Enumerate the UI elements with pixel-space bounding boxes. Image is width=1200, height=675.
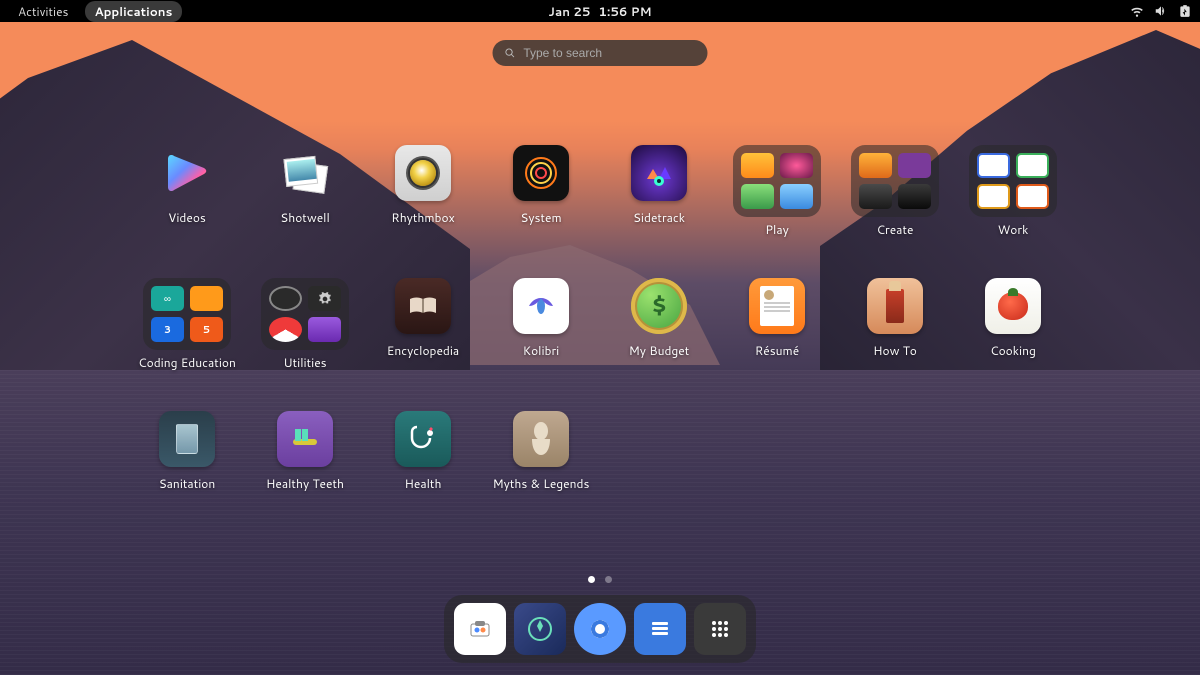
app-label: Myths & Legends bbox=[493, 475, 590, 492]
app-label: Résumé bbox=[755, 342, 799, 359]
app-kolibri[interactable]: Kolibri bbox=[482, 278, 600, 388]
app-label: Sidetrack bbox=[633, 209, 685, 226]
teeth-icon bbox=[277, 411, 333, 467]
app-videos[interactable]: Videos bbox=[128, 145, 246, 255]
folder-icon bbox=[733, 145, 821, 217]
myths-icon bbox=[513, 411, 569, 467]
app-label: Healthy Teeth bbox=[266, 475, 344, 492]
folder-play[interactable]: Play bbox=[718, 145, 836, 255]
cooking-icon bbox=[985, 278, 1041, 334]
dock-endless[interactable] bbox=[514, 603, 566, 655]
kolibri-icon bbox=[513, 278, 569, 334]
howto-icon bbox=[867, 278, 923, 334]
search-icon bbox=[505, 47, 516, 59]
folder-icon bbox=[969, 145, 1057, 217]
app-rhythmbox[interactable]: Rhythmbox bbox=[364, 145, 482, 255]
app-label: Sanitation bbox=[159, 475, 216, 492]
app-label: Create bbox=[877, 221, 914, 238]
health-icon bbox=[395, 411, 451, 467]
dock-files[interactable] bbox=[634, 603, 686, 655]
folder-icon bbox=[851, 145, 939, 217]
app-grid: Videos Shotwell Rhythmbox System bbox=[128, 145, 1072, 521]
folder-icon: ∞ 3 5 bbox=[143, 278, 231, 350]
app-label: Health bbox=[405, 475, 442, 492]
applications-button[interactable]: Applications bbox=[85, 1, 183, 22]
sidetrack-icon bbox=[631, 145, 687, 201]
app-label: Utilities bbox=[283, 354, 326, 371]
search-input[interactable] bbox=[523, 46, 695, 60]
app-how-to[interactable]: How To bbox=[836, 278, 954, 388]
app-label: Videos bbox=[168, 209, 206, 226]
page-dot-1[interactable] bbox=[588, 576, 595, 583]
sanitation-icon bbox=[159, 411, 215, 467]
clock[interactable]: Jan 25 1:56 PM bbox=[548, 3, 651, 20]
app-cooking[interactable]: Cooking bbox=[954, 278, 1072, 388]
app-label: System bbox=[520, 209, 561, 226]
page-dot-2[interactable] bbox=[605, 576, 612, 583]
app-label: Work bbox=[998, 221, 1029, 238]
page-indicator[interactable] bbox=[588, 576, 612, 583]
system-icon bbox=[513, 145, 569, 201]
app-label: Encyclopedia bbox=[387, 342, 459, 359]
shotwell-icon bbox=[277, 145, 333, 201]
app-shotwell[interactable]: Shotwell bbox=[246, 145, 364, 255]
app-label: Cooking bbox=[990, 342, 1036, 359]
app-sanitation[interactable]: Sanitation bbox=[128, 411, 246, 521]
videos-icon bbox=[159, 145, 215, 201]
search-bar[interactable] bbox=[493, 40, 708, 66]
wifi-icon bbox=[1130, 4, 1144, 18]
folder-coding-education[interactable]: ∞ 3 5 Coding Education bbox=[128, 278, 246, 388]
dock-app-center[interactable] bbox=[454, 603, 506, 655]
app-label: Coding Education bbox=[138, 354, 236, 371]
time-label: 1:56 PM bbox=[598, 3, 651, 20]
rhythmbox-icon bbox=[395, 145, 451, 201]
app-system-folder[interactable]: System bbox=[482, 145, 600, 255]
app-label: How To bbox=[873, 342, 917, 359]
budget-icon: $ bbox=[631, 278, 687, 334]
folder-create[interactable]: Create bbox=[836, 145, 954, 255]
app-resume[interactable]: Résumé bbox=[718, 278, 836, 388]
folder-icon bbox=[261, 278, 349, 350]
battery-icon bbox=[1178, 4, 1192, 18]
app-sidetrack[interactable]: Sidetrack bbox=[600, 145, 718, 255]
app-label: Rhythmbox bbox=[391, 209, 454, 226]
app-my-budget[interactable]: $ My Budget bbox=[600, 278, 718, 388]
folder-work[interactable]: Work bbox=[954, 145, 1072, 255]
app-encyclopedia[interactable]: Encyclopedia bbox=[364, 278, 482, 388]
app-label: My Budget bbox=[629, 342, 690, 359]
dock bbox=[444, 595, 756, 663]
top-bar: Activities Applications Jan 25 1:56 PM bbox=[0, 0, 1200, 22]
app-health[interactable]: Health bbox=[364, 411, 482, 521]
app-label: Shotwell bbox=[280, 209, 330, 226]
volume-icon bbox=[1154, 4, 1168, 18]
app-myths-legends[interactable]: Myths & Legends bbox=[482, 411, 600, 521]
dock-chromium[interactable] bbox=[574, 603, 626, 655]
app-healthy-teeth[interactable]: Healthy Teeth bbox=[246, 411, 364, 521]
app-label: Play bbox=[765, 221, 789, 238]
dock-show-applications[interactable] bbox=[694, 603, 746, 655]
system-status-area[interactable] bbox=[1130, 4, 1192, 18]
encyclopedia-icon bbox=[395, 278, 451, 334]
app-label: Kolibri bbox=[523, 342, 559, 359]
activities-button[interactable]: Activities bbox=[8, 1, 79, 22]
resume-icon bbox=[749, 278, 805, 334]
folder-utilities[interactable]: Utilities bbox=[246, 278, 364, 388]
date-label: Jan 25 bbox=[548, 3, 590, 20]
